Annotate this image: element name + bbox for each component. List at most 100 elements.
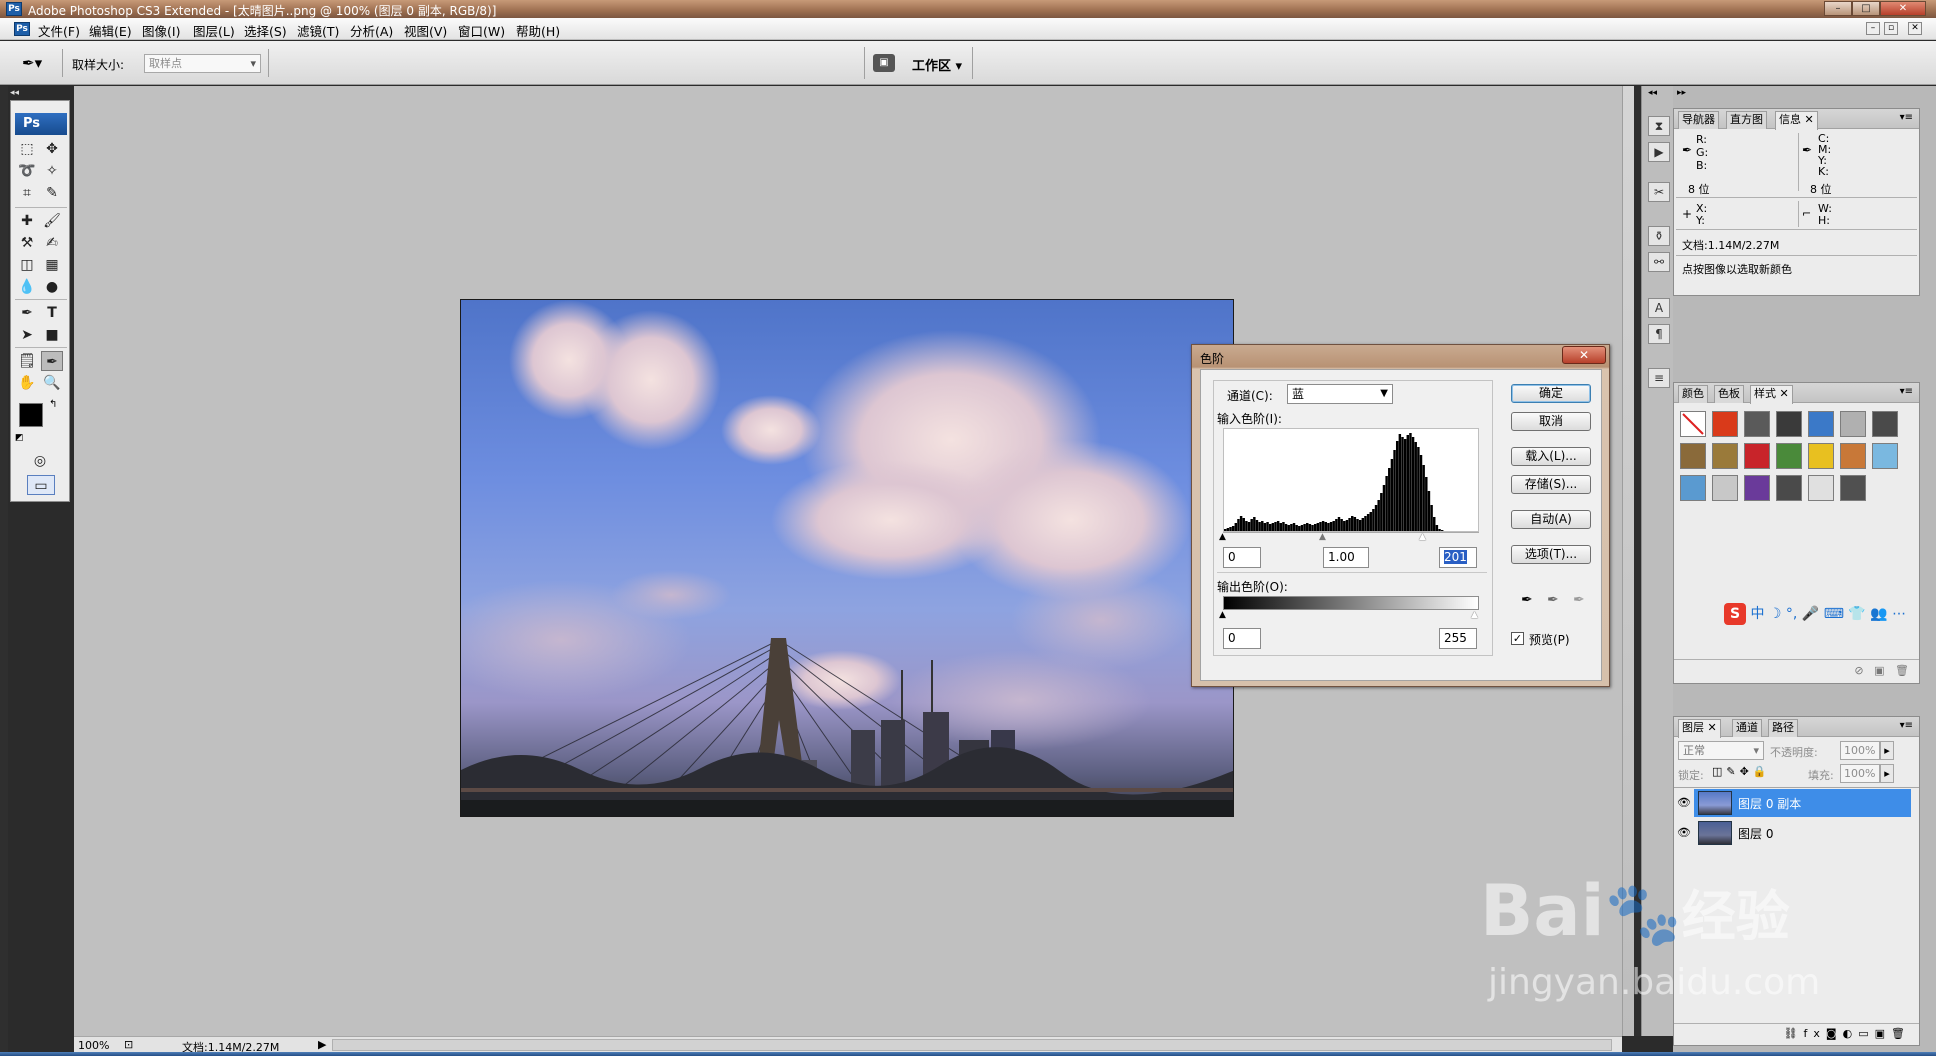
load-button[interactable]: 载入(L)... [1511, 447, 1591, 466]
screen-mode-icon[interactable]: ▭ [27, 475, 55, 495]
style-swatch[interactable] [1744, 475, 1770, 501]
layer-mask-icon[interactable]: ◙ [1826, 1027, 1843, 1040]
zoom-icon[interactable]: 🔍 [41, 373, 63, 393]
menu-view[interactable]: 视图(V) [404, 21, 447, 40]
dodge-icon[interactable]: ● [41, 277, 63, 297]
eraser-icon[interactable]: ◫ [16, 255, 38, 275]
ime-more-icon[interactable]: ⋯ [1892, 606, 1906, 622]
ime-moon-icon[interactable]: ☽ [1769, 606, 1782, 622]
menu-help[interactable]: 帮助(H) [516, 21, 560, 40]
white-point-slider[interactable]: ▲ [1419, 532, 1426, 542]
maximize-button[interactable]: □ [1852, 1, 1880, 16]
style-swatch[interactable] [1840, 443, 1866, 469]
healing-brush-icon[interactable]: ✚ [16, 211, 38, 231]
horizontal-scrollbar[interactable] [332, 1039, 1612, 1051]
foreground-color-swatch[interactable] [19, 403, 43, 427]
blur-icon[interactable]: 💧 [16, 277, 38, 297]
paragraph-icon[interactable]: ¶ [1648, 324, 1670, 344]
history-icon[interactable]: ⧗ [1648, 116, 1670, 136]
save-button[interactable]: 存储(S)... [1511, 475, 1591, 494]
tab-channels[interactable]: 通道 [1732, 719, 1762, 737]
panel-menu-icon[interactable]: ▾≡ [1900, 720, 1913, 731]
ime-toolbar[interactable]: S 中 ☽ °, 🎤 ⌨ 👕 👥 ⋯ [1724, 603, 1918, 629]
magic-wand-icon[interactable]: ✧ [41, 161, 63, 181]
rectangle-shape-icon[interactable]: ■ [41, 325, 63, 345]
tab-layers[interactable]: 图层 ✕ [1678, 719, 1721, 738]
layer-comps-icon[interactable]: ≡ [1648, 368, 1670, 388]
eye-icon[interactable]: 👁 [1674, 789, 1694, 817]
tool-presets-icon[interactable]: ✂ [1648, 182, 1670, 202]
menu-layer[interactable]: 图层(L) [193, 21, 235, 40]
ime-keyboard-icon[interactable]: ⌨ [1824, 606, 1844, 622]
style-swatch[interactable] [1680, 475, 1706, 501]
style-swatch[interactable] [1744, 443, 1770, 469]
opacity-field[interactable]: 100% [1840, 741, 1880, 760]
tab-navigator[interactable]: 导航器 [1678, 111, 1719, 129]
new-style-icon[interactable]: ▣ [1874, 664, 1884, 677]
collapse-panels-icon[interactable]: ▸▸ [1677, 88, 1686, 98]
workspace-menu[interactable]: 工作区 ▾ [912, 55, 962, 74]
document-image[interactable] [460, 299, 1234, 817]
lasso-icon[interactable]: ➰ [16, 161, 38, 181]
style-swatch[interactable] [1808, 443, 1834, 469]
ok-button[interactable]: 确定 [1511, 384, 1591, 403]
menu-analysis[interactable]: 分析(A) [350, 21, 393, 40]
new-group-icon[interactable]: ▭ [1858, 1027, 1874, 1040]
style-swatch[interactable] [1872, 411, 1898, 437]
brush-icon[interactable]: 🖌 [41, 211, 63, 231]
style-swatch[interactable] [1712, 443, 1738, 469]
ime-punct-icon[interactable]: °, [1786, 606, 1797, 622]
style-swatch[interactable] [1808, 475, 1834, 501]
output-white-slider[interactable]: ▲ [1471, 610, 1478, 620]
blend-mode-select[interactable]: 正常 ▾ [1678, 741, 1764, 760]
pen-icon[interactable]: ✒ [16, 303, 38, 323]
fill-field[interactable]: 100% [1840, 764, 1880, 783]
menu-filter[interactable]: 滤镜(T) [297, 21, 339, 40]
menu-file[interactable]: 文件(F) [38, 21, 80, 40]
actions-icon[interactable]: ▶ [1648, 142, 1670, 162]
fill-slider-button[interactable]: ▸ [1880, 764, 1894, 783]
tab-info[interactable]: 信息 ✕ [1775, 111, 1818, 130]
adjustment-layer-icon[interactable]: ◐ [1843, 1027, 1859, 1040]
layer-style-icon[interactable]: fx [1804, 1027, 1826, 1040]
tab-styles[interactable]: 样式 ✕ [1750, 385, 1793, 404]
style-swatch[interactable] [1680, 411, 1706, 437]
menu-image[interactable]: 图像(I) [142, 21, 180, 40]
tab-swatches[interactable]: 色板 [1714, 385, 1744, 403]
style-swatch[interactable] [1744, 411, 1770, 437]
status-preview-icon[interactable]: ⊡ [124, 1038, 133, 1051]
menu-window[interactable]: 窗口(W) [458, 21, 505, 40]
slice-icon[interactable]: ✎ [41, 183, 63, 203]
path-selection-icon[interactable]: ➤ [16, 325, 38, 345]
opacity-slider-button[interactable]: ▸ [1880, 741, 1894, 760]
doc-minimize-button[interactable]: – [1866, 22, 1880, 35]
input-black-field[interactable]: 0 [1223, 547, 1261, 568]
doc-restore-button[interactable]: ▫ [1884, 22, 1898, 35]
default-colors-icon[interactable]: ◩ [15, 433, 24, 443]
tab-histogram[interactable]: 直方图 [1726, 111, 1767, 129]
panel-menu-icon[interactable]: ▾≡ [1900, 386, 1913, 397]
options-button[interactable]: 选项(T)... [1511, 545, 1591, 564]
rectangular-marquee-icon[interactable]: ⬚ [16, 139, 38, 159]
eyedropper-icon[interactable]: ✒ [41, 351, 63, 371]
output-white-field[interactable]: 255 [1439, 628, 1477, 649]
style-swatch[interactable] [1776, 475, 1802, 501]
output-black-slider[interactable]: ▲ [1219, 610, 1226, 620]
zoom-level[interactable]: 100% [78, 1039, 109, 1052]
ime-chinese-mode[interactable]: 中 [1750, 606, 1764, 622]
gray-eyedropper-icon[interactable]: ✒ [1547, 592, 1559, 608]
input-white-field[interactable]: 201 [1439, 547, 1477, 568]
input-gamma-field[interactable]: 1.00 [1323, 547, 1369, 568]
style-swatch[interactable] [1840, 475, 1866, 501]
style-swatch[interactable] [1776, 411, 1802, 437]
auto-button[interactable]: 自动(A) [1511, 510, 1591, 529]
expand-dock-icon[interactable]: ◂◂ [1648, 88, 1657, 98]
character-icon[interactable]: A [1648, 298, 1670, 318]
style-swatch[interactable] [1712, 411, 1738, 437]
history-brush-icon[interactable]: ✍ [41, 233, 63, 253]
delete-layer-icon[interactable]: 🗑 [1891, 1027, 1911, 1040]
close-tab-icon[interactable]: ✕ [1780, 387, 1789, 400]
preview-checkbox[interactable]: ✓ [1511, 632, 1524, 645]
close-tab-icon[interactable]: ✕ [1805, 113, 1814, 126]
close-tab-icon[interactable]: ✕ [1708, 721, 1717, 734]
